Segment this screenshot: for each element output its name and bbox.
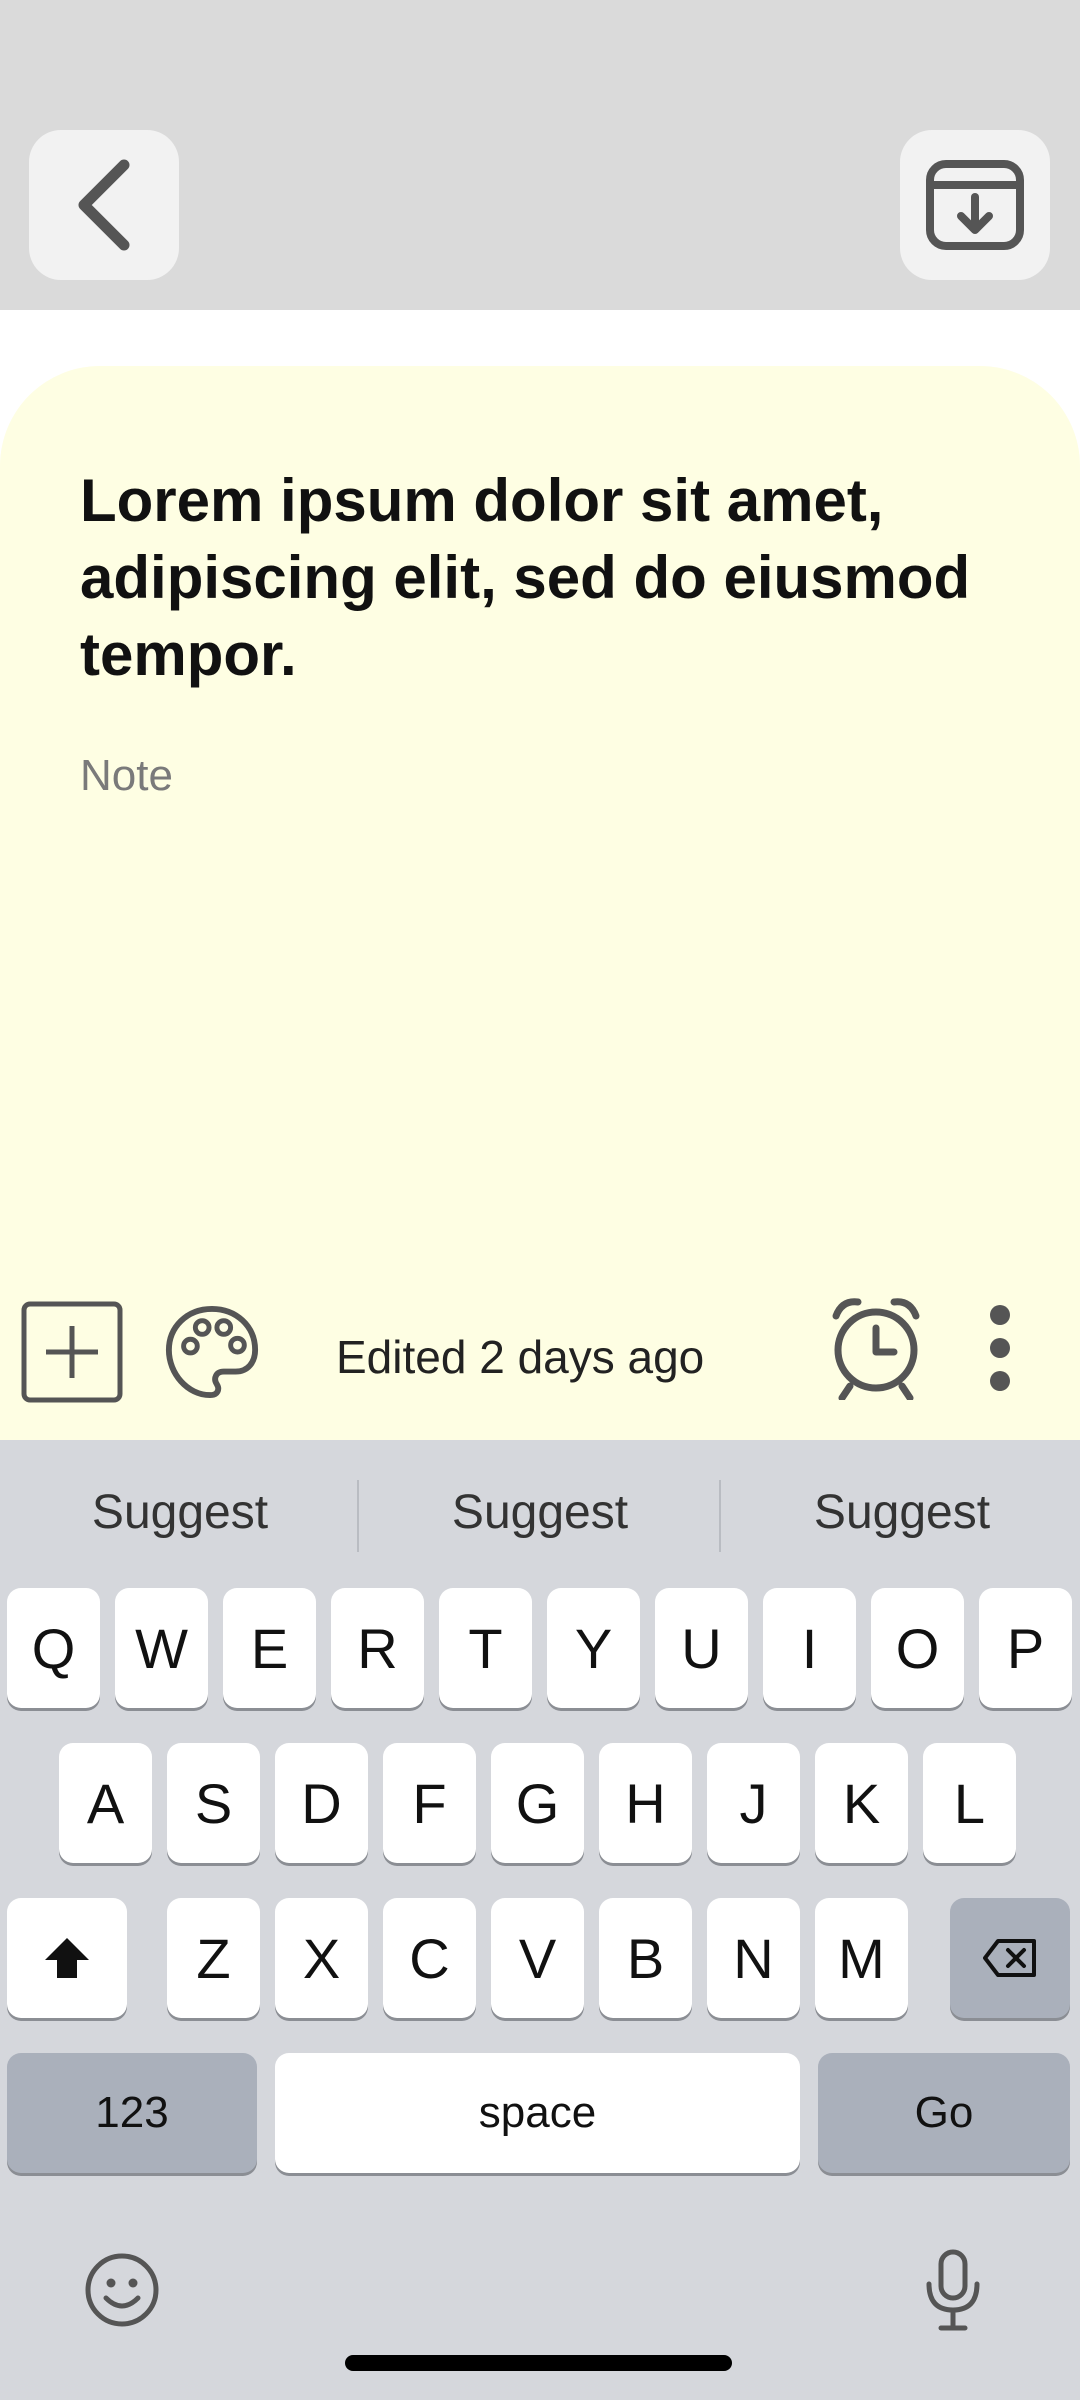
suggestion-3[interactable]: Suggest bbox=[722, 1485, 1080, 1540]
numbers-key[interactable]: 123 bbox=[7, 2053, 257, 2173]
key-s[interactable]: S bbox=[167, 1743, 260, 1863]
key-d[interactable]: D bbox=[275, 1743, 368, 1863]
alarm-icon bbox=[832, 1298, 920, 1400]
suggestion-bar: Suggest Suggest Suggest bbox=[0, 1440, 1080, 1580]
note-toolbar: Edited 2 days ago bbox=[0, 1298, 1080, 1440]
key-q[interactable]: Q bbox=[7, 1588, 100, 1708]
key-y[interactable]: Y bbox=[547, 1588, 640, 1708]
add-content-button[interactable] bbox=[20, 1300, 124, 1404]
archive-button[interactable] bbox=[900, 130, 1050, 280]
chevron-left-icon bbox=[78, 159, 130, 251]
palette-icon bbox=[165, 1305, 259, 1399]
microphone-button[interactable] bbox=[913, 2245, 993, 2335]
add-box-icon bbox=[21, 1301, 123, 1403]
key-p[interactable]: P bbox=[979, 1588, 1072, 1708]
shift-icon bbox=[45, 1938, 89, 1978]
key-v[interactable]: V bbox=[491, 1898, 584, 2018]
reminder-button[interactable] bbox=[828, 1294, 924, 1400]
backspace-icon bbox=[983, 1939, 1036, 1977]
key-e[interactable]: E bbox=[223, 1588, 316, 1708]
key-k[interactable]: K bbox=[815, 1743, 908, 1863]
microphone-icon bbox=[926, 2249, 980, 2331]
key-w[interactable]: W bbox=[115, 1588, 208, 1708]
emoji-icon bbox=[85, 2253, 159, 2327]
edited-timestamp: Edited 2 days ago bbox=[336, 1331, 705, 1383]
backspace-key[interactable] bbox=[950, 1898, 1070, 2018]
key-x[interactable]: X bbox=[275, 1898, 368, 2018]
go-key[interactable]: Go bbox=[818, 2053, 1070, 2173]
key-t[interactable]: T bbox=[439, 1588, 532, 1708]
key-i[interactable]: I bbox=[763, 1588, 856, 1708]
key-j[interactable]: J bbox=[707, 1743, 800, 1863]
key-b[interactable]: B bbox=[599, 1898, 692, 2018]
key-m[interactable]: M bbox=[815, 1898, 908, 2018]
suggestion-divider bbox=[719, 1480, 721, 1552]
emoji-button[interactable] bbox=[82, 2250, 162, 2330]
more-vert-icon bbox=[990, 1305, 1010, 1391]
key-z[interactable]: Z bbox=[167, 1898, 260, 2018]
note-title[interactable]: Lorem ipsum dolor sit amet, adipiscing e… bbox=[80, 462, 1040, 693]
back-button[interactable] bbox=[29, 130, 179, 280]
more-options-button[interactable] bbox=[975, 1298, 1025, 1398]
top-app-bar bbox=[0, 0, 1080, 310]
note-body-field[interactable]: Note bbox=[80, 751, 173, 801]
key-c[interactable]: C bbox=[383, 1898, 476, 2018]
key-n[interactable]: N bbox=[707, 1898, 800, 2018]
suggestion-divider bbox=[357, 1480, 359, 1552]
archive-download-icon bbox=[926, 160, 1024, 250]
key-o[interactable]: O bbox=[871, 1588, 964, 1708]
key-g[interactable]: G bbox=[491, 1743, 584, 1863]
note-card: Lorem ipsum dolor sit amet, adipiscing e… bbox=[0, 366, 1080, 1440]
key-f[interactable]: F bbox=[383, 1743, 476, 1863]
key-l[interactable]: L bbox=[923, 1743, 1016, 1863]
color-palette-button[interactable] bbox=[162, 1302, 262, 1402]
key-h[interactable]: H bbox=[599, 1743, 692, 1863]
key-u[interactable]: U bbox=[655, 1588, 748, 1708]
home-indicator[interactable] bbox=[345, 2355, 732, 2371]
suggestion-1[interactable]: Suggest bbox=[0, 1485, 360, 1540]
suggestion-2[interactable]: Suggest bbox=[360, 1485, 720, 1540]
space-key[interactable]: space bbox=[275, 2053, 800, 2173]
key-a[interactable]: A bbox=[59, 1743, 152, 1863]
shift-key[interactable] bbox=[7, 1898, 127, 2018]
on-screen-keyboard: Suggest Suggest Suggest Q W E R T Y U I … bbox=[0, 1440, 1080, 2400]
key-r[interactable]: R bbox=[331, 1588, 424, 1708]
